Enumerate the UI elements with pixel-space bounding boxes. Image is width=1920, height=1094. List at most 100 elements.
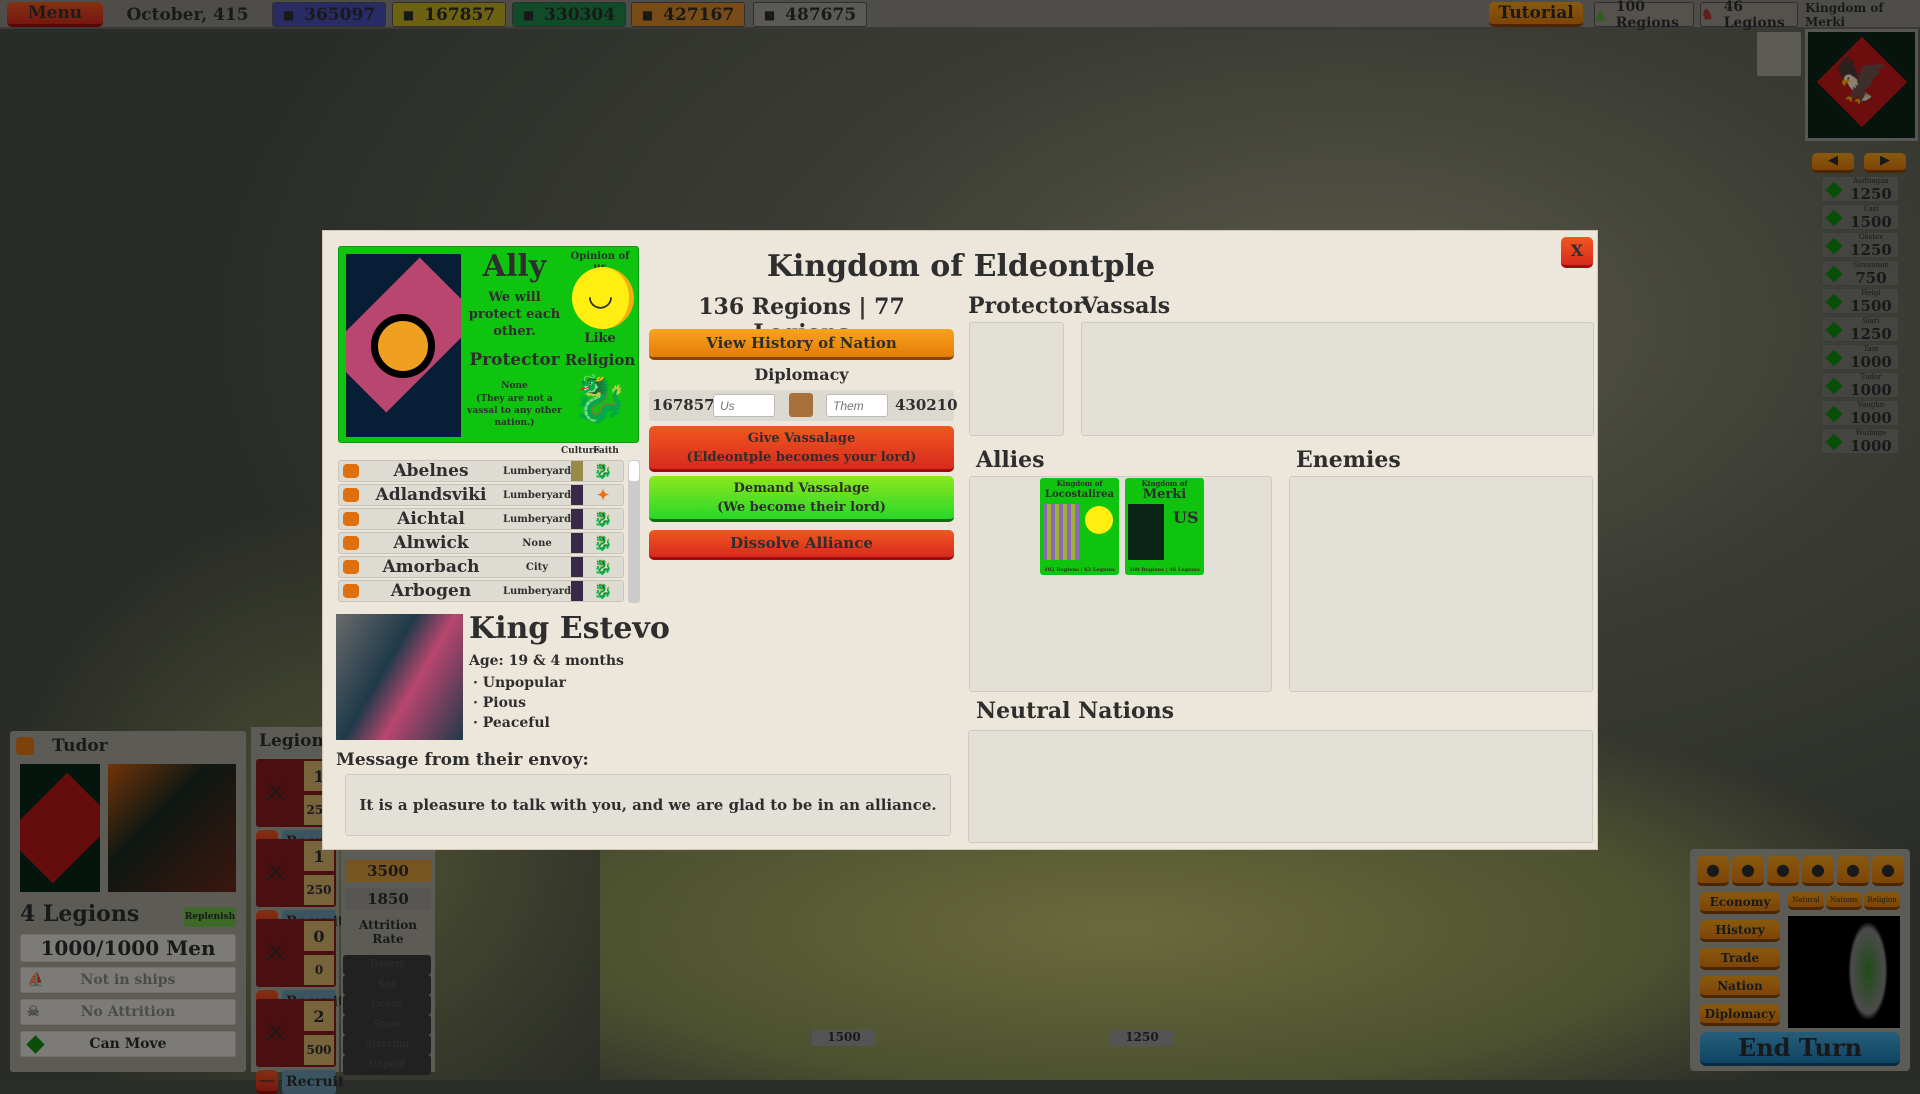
eye-icon[interactable] — [343, 488, 359, 502]
remove-button[interactable]: — — [256, 1070, 278, 1094]
side-button-trade[interactable]: Trade — [1700, 948, 1780, 970]
resource-value: 487675 — [785, 4, 857, 25]
ally-card[interactable]: Kingdom of Locostalirea 102 Regions | 63 L… — [1040, 478, 1119, 575]
prev-commander-button[interactable]: ◀ — [1812, 153, 1854, 173]
commander-item[interactable]: Wulfsige 1000 — [1821, 428, 1899, 455]
swords-tab[interactable]: ● — [1802, 856, 1834, 886]
scrollbar[interactable] — [628, 460, 640, 603]
unit-card[interactable]: ⚔ 0 0 — [256, 919, 336, 987]
crown-icon: ■ — [282, 7, 295, 22]
province-row[interactable]: Abelnes Lumberyard 🐉 — [338, 460, 624, 482]
religion-tab[interactable]: ● — [1767, 856, 1799, 886]
commander-item[interactable]: Carl 1500 — [1821, 204, 1899, 231]
triskelion-icon — [371, 314, 435, 378]
hexagon-tab[interactable]: ● — [1697, 856, 1729, 886]
province-row[interactable]: Aichtal Lumberyard 🐉 — [338, 508, 624, 530]
eye-icon[interactable] — [343, 464, 359, 478]
tutorial-button[interactable]: Tutorial — [1489, 2, 1583, 27]
commander-name: Carl — [1863, 205, 1879, 213]
recruit-button[interactable]: Recruit — [282, 1070, 344, 1094]
dice-tab[interactable]: ● — [1837, 856, 1869, 886]
them-gold-input[interactable] — [826, 394, 888, 417]
commander-name: Tam — [1863, 345, 1879, 353]
swords-icon: ● — [1811, 860, 1825, 879]
religion-label: Religion — [564, 351, 636, 369]
map-mode-natural[interactable]: Natural — [1788, 892, 1824, 910]
menu-button[interactable]: Menu — [7, 2, 103, 27]
horse-icon: ⚔ — [264, 937, 288, 967]
eye-icon[interactable] — [16, 737, 34, 755]
side-button-nation[interactable]: Nation — [1700, 976, 1780, 998]
province-building: City — [525, 561, 549, 573]
map-army-label[interactable]: 1250 — [1110, 1030, 1174, 1046]
unit-card[interactable]: ⚔ 2 500 — [256, 999, 336, 1067]
them-gold: 430210 — [895, 396, 958, 414]
province-row[interactable]: Adlandsviki Lumberyard ✦ — [338, 484, 624, 506]
us-gold-input[interactable] — [713, 394, 775, 417]
end-turn-button[interactable]: End Turn — [1700, 1032, 1900, 1066]
commander-item[interactable]: Tudor 1000 — [1821, 372, 1899, 399]
culture-flag-icon — [571, 509, 583, 529]
religion-icon-button[interactable] — [1757, 32, 1801, 76]
province-row[interactable]: Amorbach City 🐉 — [338, 556, 624, 578]
button-label: Demand Vassalage — [733, 481, 870, 496]
spear-shield-icon: ⚔ — [264, 1017, 288, 1047]
ally-stats: 100 Regions | 46 Legions — [1129, 567, 1200, 573]
wood-cost: 3500 — [345, 860, 431, 882]
commander-men: 1000 — [1850, 409, 1892, 427]
culture-flag-icon — [571, 533, 583, 553]
commander-item[interactable]: Tam 1000 — [1821, 344, 1899, 371]
replenish-button[interactable]: Replenish — [184, 907, 236, 927]
culture-flag-icon — [571, 461, 583, 481]
nation-flag[interactable]: 🦅 — [1805, 29, 1918, 141]
eye-icon[interactable] — [343, 584, 359, 598]
give-vassalage-button[interactable]: Give Vassalage (Eldeontple becomes your l… — [649, 426, 954, 472]
view-history-button[interactable]: View History of Nation — [649, 329, 954, 360]
relation-status: Ally — [482, 249, 547, 284]
army-name: Tudor — [52, 736, 108, 756]
eye-icon[interactable] — [343, 536, 359, 550]
eye-icon[interactable] — [343, 512, 359, 526]
side-button-diplomacy[interactable]: Diplomacy — [1700, 1004, 1780, 1026]
map-mode-religion[interactable]: Religion — [1864, 892, 1900, 910]
stone-icon: ■ — [763, 7, 776, 22]
commander-name: Wulfsige — [1855, 429, 1887, 437]
commander-item[interactable]: Göstav 1250 — [1821, 232, 1899, 259]
culture-flag-icon — [571, 581, 583, 601]
demand-vassalage-button[interactable]: Demand Vassalage (We become their lord) — [649, 476, 954, 522]
green-diamond-icon — [1825, 377, 1843, 395]
wheat-icon: ■ — [522, 7, 535, 22]
vassals-box — [1081, 322, 1594, 436]
terrain-chip: Sea — [343, 975, 431, 995]
terrain-chip: Snow — [343, 1015, 431, 1035]
commander-item[interactable]: Siarl 1250 — [1821, 316, 1899, 343]
flag-tab[interactable]: ● — [1732, 856, 1764, 886]
protector-label: Protector — [469, 350, 560, 370]
commander-item[interactable]: Helgi 1500 — [1821, 288, 1899, 315]
nation-name: Kingdom of Merki — [1805, 0, 1884, 29]
next-commander-button[interactable]: ▶ — [1864, 153, 1906, 173]
resource-value: 427167 — [663, 4, 735, 25]
minimap[interactable] — [1788, 916, 1900, 1028]
side-button-history[interactable]: History — [1700, 920, 1780, 942]
coin-icon: ● — [1881, 860, 1895, 879]
commander-item[interactable]: Vaughn 1000 — [1821, 400, 1899, 427]
ally-stats: 102 Regions | 63 Legions — [1044, 567, 1115, 573]
resource-4: ■ 487675 — [753, 2, 867, 27]
map-army-label[interactable]: 1500 — [812, 1030, 876, 1046]
dissolve-alliance-button[interactable]: Dissolve Alliance — [649, 530, 954, 560]
side-button-economy[interactable]: Economy — [1700, 892, 1780, 914]
map-mode-nations[interactable]: Nations — [1826, 892, 1862, 910]
green-diamond-icon — [1825, 349, 1843, 367]
commander-item[interactable]: Govannon 750 — [1821, 260, 1899, 287]
wood-icon: ■ — [641, 7, 654, 22]
eye-icon[interactable] — [343, 560, 359, 574]
resource-3: ■ 427167 — [631, 2, 745, 27]
coin-tab[interactable]: ● — [1872, 856, 1904, 886]
ally-card[interactable]: Kingdom of Merki US 100 Regions | 46 Legion… — [1125, 478, 1204, 575]
province-row[interactable]: Alnwick None 🐉 — [338, 532, 624, 554]
province-building: Lumberyard — [503, 513, 572, 525]
province-row[interactable]: Arbogen Lumberyard 🐉 — [338, 580, 624, 602]
commander-item[interactable]: Aodhagán 1250 — [1821, 176, 1899, 203]
close-button[interactable]: X — [1561, 237, 1593, 268]
